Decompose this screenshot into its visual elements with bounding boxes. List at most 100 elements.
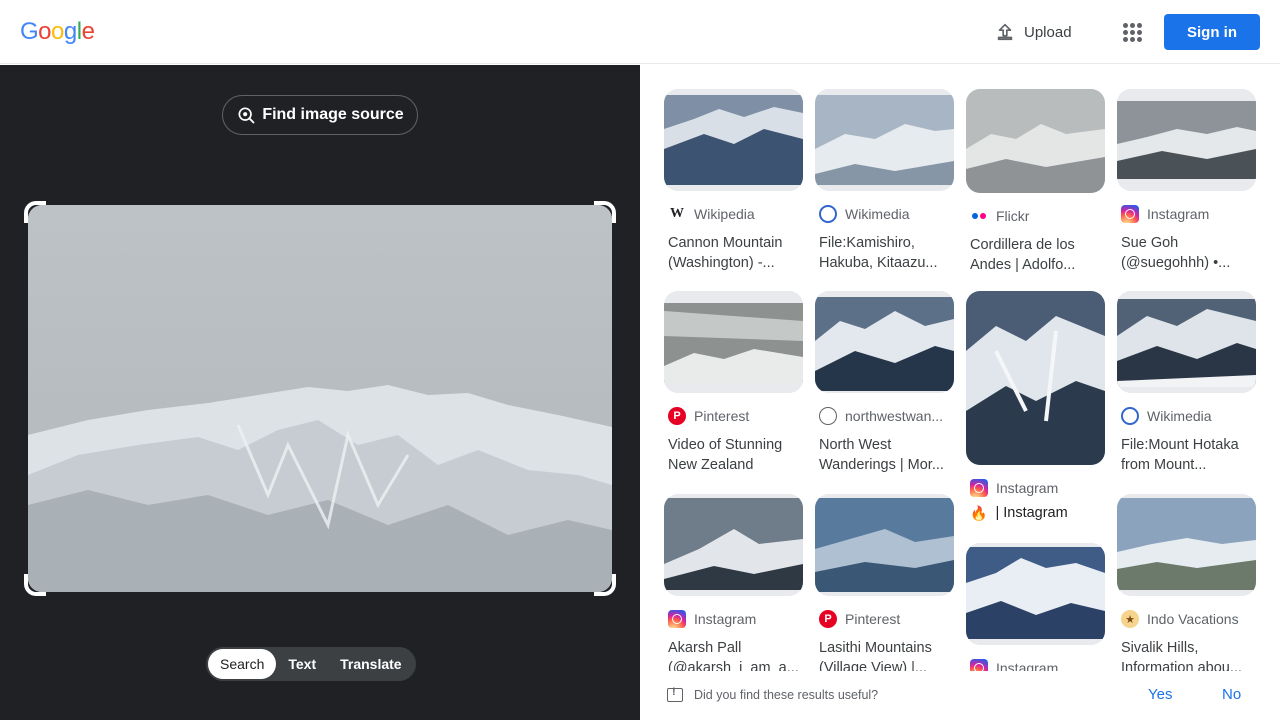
result-thumbnail[interactable] [815, 291, 954, 393]
visual-matches: W Wikipedia Cannon Mountain (Washington)… [640, 65, 1280, 671]
result-title[interactable]: Video of Stunning New Zealand [664, 435, 803, 475]
top-bar: Google Upload Sign in [0, 0, 1280, 64]
globe-icon [819, 407, 837, 425]
feedback-question: Did you find these results useful? [694, 688, 879, 702]
result-thumbnail[interactable] [664, 494, 803, 596]
result-thumbnail[interactable] [966, 89, 1105, 193]
result-title[interactable]: North West Wanderings | Mor... [815, 435, 954, 475]
lens-panel: Find image source Search Text Translate [0, 65, 640, 720]
result-card[interactable]: Instagram Akarsh Pall (@akarsh_i_am_a... [664, 494, 803, 671]
result-card[interactable]: northwestwan... North West Wanderings | … [815, 291, 954, 475]
result-card[interactable]: Instagram [966, 543, 1105, 671]
result-title[interactable]: Akarsh Pall (@akarsh_i_am_a... [664, 638, 803, 671]
feedback-bar: Did you find these results useful? Yes N… [640, 672, 1280, 720]
result-source[interactable]: Wikimedia [815, 205, 954, 223]
fire-icon: 🔥 [970, 505, 988, 521]
result-thumbnail[interactable] [966, 543, 1105, 645]
result-thumbnail[interactable] [1117, 89, 1256, 191]
source-name: Instagram [694, 611, 757, 627]
result-title[interactable]: Lasithi Mountains (Village View) |... [815, 638, 954, 671]
sign-in-button[interactable]: Sign in [1164, 14, 1260, 50]
logo-letter: G [20, 18, 39, 45]
result-thumbnail[interactable] [1117, 291, 1256, 393]
result-card[interactable]: Wikimedia File:Mount Hotaka from Mount..… [1117, 291, 1256, 475]
find-image-source-label: Find image source [262, 106, 404, 123]
result-thumbnail[interactable] [664, 291, 803, 393]
instagram-icon [668, 610, 686, 628]
source-name: Indo Vacations [1147, 611, 1239, 627]
query-image [28, 205, 612, 592]
crop-handle-top-left[interactable] [24, 201, 46, 223]
pinterest-icon: P [819, 610, 837, 628]
logo-letter: o [38, 18, 52, 45]
wikimedia-icon [819, 205, 837, 223]
source-name: Instagram [1147, 206, 1210, 222]
source-name: Instagram [996, 480, 1059, 496]
result-title[interactable]: Cannon Mountain (Washington) -... [664, 233, 803, 273]
crop-selection[interactable] [24, 201, 616, 596]
logo-letter: e [81, 18, 95, 45]
find-image-source-button[interactable]: Find image source [222, 95, 418, 135]
result-thumbnail[interactable] [1117, 494, 1256, 596]
result-card[interactable]: W Wikipedia Cannon Mountain (Washington)… [664, 89, 803, 273]
upload-icon [997, 23, 1013, 41]
crop-handle-bottom-left[interactable] [24, 574, 46, 596]
source-name: Pinterest [845, 611, 901, 627]
result-source[interactable]: Instagram [966, 479, 1105, 497]
source-name: Flickr [996, 208, 1030, 224]
source-name: Wikipedia [694, 206, 755, 222]
crop-handle-top-right[interactable] [594, 201, 616, 223]
logo-letter: g [63, 18, 77, 45]
result-title[interactable]: 🔥 | Instagram [966, 503, 1105, 523]
instagram-icon [970, 479, 988, 497]
result-card[interactable]: P Pinterest Lasithi Mountains (Village V… [815, 494, 954, 671]
source-name: Instagram [996, 660, 1059, 671]
wikimedia-icon [1121, 407, 1139, 425]
pinterest-icon: P [668, 407, 686, 425]
lens-mode-tabs: Search Text Translate [206, 647, 416, 681]
source-name: northwestwan... [845, 408, 944, 424]
result-thumbnail[interactable] [966, 291, 1105, 465]
result-source[interactable]: Instagram [966, 659, 1105, 671]
source-name: Wikimedia [1147, 408, 1212, 424]
result-source[interactable]: northwestwan... [815, 407, 954, 425]
result-title[interactable]: Cordillera de los Andes | Adolfo... [966, 235, 1105, 275]
instagram-icon [1121, 205, 1139, 223]
result-title[interactable]: File:Kamishiro, Hakuba, Kitaazu... [815, 233, 954, 273]
feedback-yes-button[interactable]: Yes [1148, 686, 1172, 703]
result-source[interactable]: Flickr [966, 207, 1105, 225]
result-source[interactable]: Instagram [664, 610, 803, 628]
result-title-text: | Instagram [995, 505, 1068, 521]
result-card[interactable]: ★ Indo Vacations Sivalik Hills, Informat… [1117, 494, 1256, 671]
result-card[interactable]: Flickr Cordillera de los Andes | Adolfo.… [966, 89, 1105, 275]
result-title[interactable]: Sivalik Hills, Information abou... [1117, 638, 1256, 671]
result-thumbnail[interactable] [664, 89, 803, 191]
tab-text[interactable]: Text [276, 649, 328, 679]
source-name: Pinterest [694, 408, 750, 424]
result-source[interactable]: P Pinterest [664, 407, 803, 425]
result-thumbnail[interactable] [815, 494, 954, 596]
result-source[interactable]: Instagram [1117, 205, 1256, 223]
result-card[interactable]: Instagram 🔥 | Instagram [966, 291, 1105, 523]
crop-handle-bottom-right[interactable] [594, 574, 616, 596]
upload-button[interactable]: Upload [988, 18, 1078, 46]
result-source[interactable]: ★ Indo Vacations [1117, 610, 1256, 628]
feedback-icon [667, 686, 683, 702]
result-card[interactable]: Wikimedia File:Kamishiro, Hakuba, Kitaaz… [815, 89, 954, 273]
result-card[interactable]: P Pinterest Video of Stunning New Zealan… [664, 291, 803, 475]
google-logo[interactable]: Google [20, 18, 95, 46]
flickr-icon [970, 207, 988, 225]
feedback-no-button[interactable]: No [1222, 686, 1241, 703]
result-title[interactable]: Sue Goh (@suegohhh) •... [1117, 233, 1256, 273]
result-source[interactable]: Wikimedia [1117, 407, 1256, 425]
tab-translate[interactable]: Translate [328, 649, 413, 679]
apps-grid-icon[interactable] [1118, 18, 1146, 46]
tab-search[interactable]: Search [208, 649, 277, 679]
result-thumbnail[interactable] [815, 89, 954, 191]
result-source[interactable]: P Pinterest [815, 610, 954, 628]
lens-search-icon [238, 107, 255, 124]
result-card[interactable]: Instagram Sue Goh (@suegohhh) •... [1117, 89, 1256, 273]
result-title[interactable]: File:Mount Hotaka from Mount... [1117, 435, 1256, 475]
result-source[interactable]: W Wikipedia [664, 205, 803, 223]
wikipedia-icon: W [670, 206, 684, 221]
